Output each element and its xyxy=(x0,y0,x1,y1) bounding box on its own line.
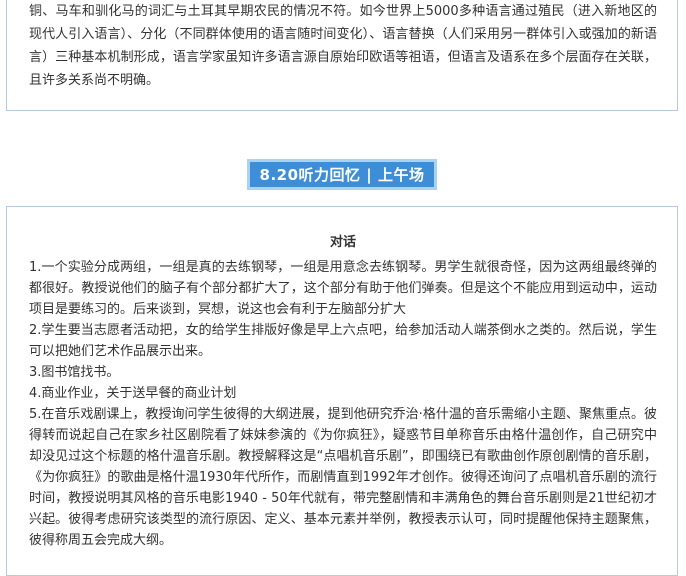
dialog-item-1: 1.一个实验分成两组，一组是真的去练钢琴，一组是用意念去练钢琴。男学生就很奇怪，… xyxy=(29,260,657,317)
section-heading-badge: 8.20听力回忆 | 上午场 xyxy=(247,159,437,190)
passage-paragraph: 铜、马车和驯化马的词汇与土耳其早期农民的情况不符。如今世界上5000多种语言通过… xyxy=(29,4,657,88)
dialog-title: 对话 xyxy=(329,235,356,250)
dialog-item-2: 2.学生要当志愿者活动把，女的给学生排版好像是早上六点吧，给参加活动人端茶倒水之… xyxy=(29,323,657,359)
dialog-item-4: 4.商业作业，关于送早餐的商业计划 xyxy=(29,386,237,401)
dialog-item-3: 3.图书馆找书。 xyxy=(29,365,120,380)
dialog-item-5: 5.在音乐戏剧课上，教授询问学生彼得的大纲进展，提到他研究乔治·格什温的音乐需缩… xyxy=(29,407,657,548)
previous-passage-box: 铜、马车和驯化马的词汇与土耳其早期农民的情况不符。如今世界上5000多种语言通过… xyxy=(6,0,678,111)
section-heading-label: 8.20听力回忆 | 上午场 xyxy=(259,166,425,184)
dialog-content-box: 对话 1.一个实验分成两组，一组是真的去练钢琴，一组是用意念去练钢琴。男学生就很… xyxy=(6,206,678,576)
